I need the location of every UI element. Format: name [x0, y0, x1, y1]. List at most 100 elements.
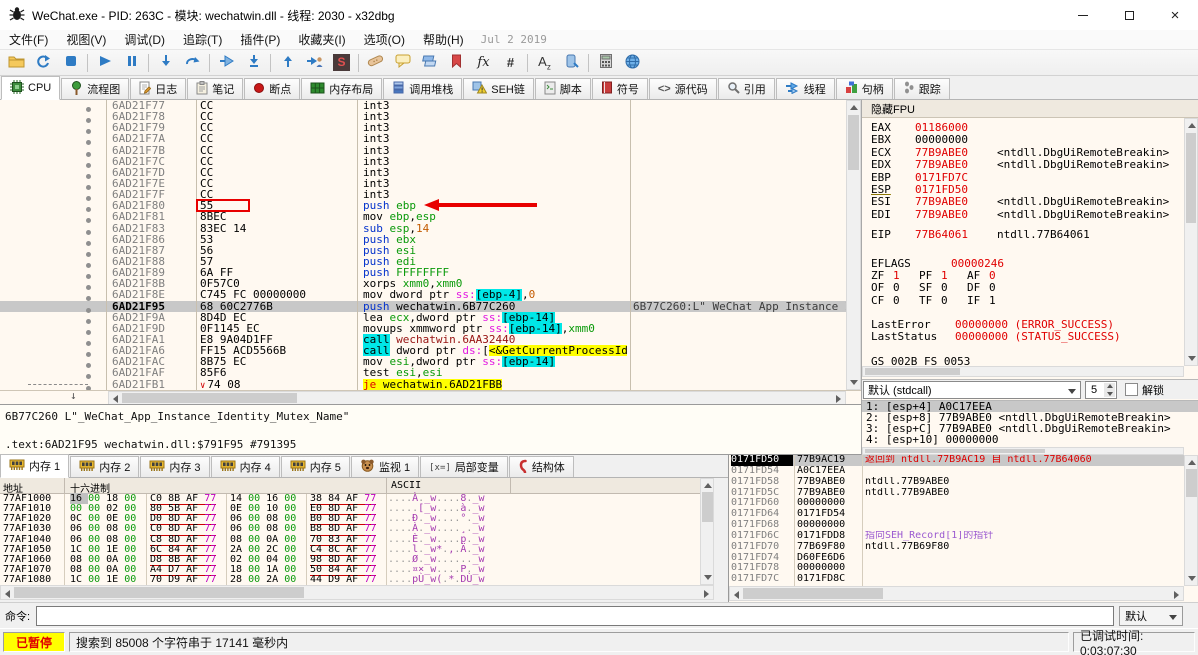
- tab-call-stack[interactable]: 调用堆栈: [383, 78, 463, 99]
- flags-row[interactable]: OF 0 SF 0 DF 0: [871, 281, 1181, 294]
- register-row[interactable]: EIP 77B64061 ntdll.77B64061: [871, 228, 1181, 241]
- tab-symbols[interactable]: 符号: [591, 78, 648, 99]
- tab-notes[interactable]: 笔记: [187, 78, 244, 99]
- close-button[interactable]: ×: [1152, 0, 1198, 30]
- tab-handles[interactable]: 句柄: [835, 78, 893, 99]
- argument-count-stepper[interactable]: 5: [1085, 380, 1117, 399]
- dump-tab-memory[interactable]: 内存 2: [70, 456, 140, 477]
- eflags-row[interactable]: EFLAGS 00000246: [871, 257, 1181, 270]
- labels-button[interactable]: [416, 51, 443, 75]
- unlock-checkbox[interactable]: [1125, 383, 1138, 396]
- register-row[interactable]: EDI 77B9ABE0 <ntdll.DbgUiRemoteBreakin>: [871, 208, 1181, 221]
- tab-graph[interactable]: 流程图: [61, 78, 130, 99]
- run-to-cursor-button[interactable]: [213, 51, 240, 75]
- disasm-row[interactable]: 6AD21FAF 85F6 test esi,esi: [0, 367, 846, 380]
- command-input[interactable]: [36, 605, 1115, 626]
- menu-item-3[interactable]: 调试(D): [115, 30, 174, 49]
- menu-item-8[interactable]: 帮助(H): [414, 30, 473, 49]
- dump-tab-watch[interactable]: 监视 1: [350, 456, 420, 477]
- disassembly-v-scrollbar[interactable]: [846, 100, 861, 390]
- stack-h-scrollbar[interactable]: [729, 586, 1184, 601]
- tab-memory-map[interactable]: 内存布局: [301, 78, 383, 99]
- control-flow-button[interactable]: #: [497, 51, 524, 75]
- argument-row[interactable]: 1: [esp+4] A0C17EEA: [862, 401, 1198, 412]
- tab-source[interactable]: <> 源代码: [648, 78, 717, 99]
- arguments-h-scrollbar[interactable]: [862, 447, 1184, 455]
- step-out-button[interactable]: [240, 51, 267, 75]
- argument-row[interactable]: 4: [esp+10] 00000000: [862, 434, 1198, 445]
- menu-item-5[interactable]: 插件(P): [231, 30, 289, 49]
- dump-tab-memory[interactable]: 内存 3: [140, 456, 210, 477]
- last-status-row[interactable]: LastStatus 00000000 (STATUS_SUCCESS): [871, 331, 1181, 344]
- menu-item-2[interactable]: 视图(V): [57, 30, 115, 49]
- disasm-row[interactable]: 6AD21F8E C745 FC 00000000 mov dword ptr ss…: [0, 289, 846, 302]
- hide-fpu-toggle[interactable]: 隐藏FPU: [862, 100, 1198, 118]
- dump-tab-locals[interactable]: [x=] 局部变量: [420, 456, 508, 477]
- dump-row[interactable]: 77AF1080 1C 00 1E 00 70 D9 AF 77 28 00 2A 0…: [0, 574, 700, 585]
- calling-convention-dropdown[interactable]: 默认 (stdcall): [863, 380, 1081, 399]
- command-syntax-dropdown[interactable]: 默认: [1119, 605, 1184, 626]
- stack-panel[interactable]: 0171FD50 77B9AC19 返回到 ntdll.77B9AC19 自 ntd…: [728, 455, 1198, 602]
- stepper-arrows-icon[interactable]: [1104, 382, 1115, 397]
- menu-item-1[interactable]: 文件(F): [0, 30, 57, 49]
- tab-log[interactable]: 日志: [130, 78, 187, 99]
- register-row[interactable]: EBX 00000000: [871, 133, 1181, 146]
- flags-row[interactable]: CF 0 TF 0 IF 1: [871, 294, 1181, 307]
- argument-row[interactable]: 2: [esp+8] 77B9ABE0 <ntdll.DbgUiRemoteBr…: [862, 412, 1198, 423]
- disassembly-h-scrollbar[interactable]: [108, 391, 846, 405]
- tab-cpu[interactable]: CPU: [1, 76, 61, 100]
- disassembly-panel[interactable]: 6AD21F77 CC int3 6AD21F78 CC int3 6AD21F79 CC in…: [0, 100, 846, 390]
- tab-threads[interactable]: 线程: [775, 78, 835, 99]
- register-row[interactable]: EDX 77B9ABE0 <ntdll.DbgUiRemoteBreakin>: [871, 158, 1181, 171]
- run-button[interactable]: [91, 51, 118, 75]
- tab-script[interactable]: 脚本: [534, 78, 591, 99]
- flags-row[interactable]: ZF 1 PF 1 AF 0: [871, 269, 1181, 282]
- functions-button[interactable]: fx: [470, 51, 497, 75]
- dump-v-scrollbar[interactable]: [700, 478, 714, 585]
- step-into-button[interactable]: [152, 51, 179, 75]
- disasm-row[interactable]: 6AD21F7A CC int3: [0, 133, 846, 146]
- tab-trace[interactable]: 跟踪: [893, 78, 950, 99]
- dump-tab-struct[interactable]: 结构体: [508, 456, 574, 477]
- menu-item-4[interactable]: 追踪(T): [174, 30, 231, 49]
- restart-button[interactable]: [30, 51, 57, 75]
- disasm-row[interactable]: 6AD21FB1 ∨ 74 08 je wechatwin.6AD21FBB: [0, 378, 846, 390]
- registers-h-scrollbar[interactable]: [862, 366, 1184, 377]
- stack-row[interactable]: 0171FD70 77B69F80 ntdll.77B69F80: [729, 541, 1198, 553]
- menu-item-6[interactable]: 收藏夹(I): [289, 30, 354, 49]
- patches-button[interactable]: [362, 51, 389, 75]
- pause-button[interactable]: [118, 51, 145, 75]
- dump-tab-memory[interactable]: 内存 5: [280, 456, 350, 477]
- register-row[interactable]: ESI 77B9ABE0 <ntdll.DbgUiRemoteBreakin>: [871, 195, 1181, 208]
- tab-breakpoint[interactable]: 断点: [244, 78, 301, 99]
- bookmarks-button[interactable]: [443, 51, 470, 75]
- modules-button[interactable]: [558, 51, 585, 75]
- dump-h-scrollbar[interactable]: [0, 585, 714, 600]
- dump-tab-memory[interactable]: 内存 1: [0, 454, 70, 478]
- memory-dump-panel[interactable]: 地址 十六进制 ASCII 77AF1000 16 00 18 00 C0 8B A…: [0, 478, 700, 585]
- step-over-button[interactable]: [179, 51, 206, 75]
- stack-row[interactable]: 0171FD7C 0171FD8C: [729, 573, 1198, 585]
- menu-item-7[interactable]: 选项(O): [355, 30, 414, 49]
- stop-button[interactable]: [57, 51, 84, 75]
- breakpoint-dot[interactable]: [86, 382, 104, 390]
- scylla-button[interactable]: S: [328, 51, 355, 75]
- dump-tab-memory[interactable]: 内存 4: [210, 456, 280, 477]
- run-to-user-code-button[interactable]: [301, 51, 328, 75]
- calculator-button[interactable]: [592, 51, 619, 75]
- minimize-button[interactable]: [1060, 0, 1106, 30]
- disasm-row[interactable]: 6AD21F95 68 60C2776B push wechatwin.6B77C2…: [0, 300, 846, 313]
- disasm-row[interactable]: 6AD21F81 8BEC mov ebp,esp: [0, 211, 846, 224]
- tab-references[interactable]: 引用: [717, 78, 775, 99]
- comments-button[interactable]: [389, 51, 416, 75]
- strings-button[interactable]: Az: [531, 51, 558, 75]
- settings-globe-button[interactable]: [619, 51, 646, 75]
- open-folder-button[interactable]: [3, 51, 30, 75]
- maximize-button[interactable]: [1106, 0, 1152, 30]
- tab-seh-chain[interactable]: SEH链: [463, 78, 534, 99]
- argument-row[interactable]: 3: [esp+C] 77B9ABE0 <ntdll.DbgUiRemoteBr…: [862, 423, 1198, 434]
- execute-till-return-button[interactable]: [274, 51, 301, 75]
- registers-v-scrollbar[interactable]: [1184, 118, 1198, 366]
- stack-v-scrollbar[interactable]: [1184, 455, 1198, 586]
- stack-row[interactable]: 0171FD58 77B9ABE0 ntdll.77B9ABE0: [729, 476, 1198, 488]
